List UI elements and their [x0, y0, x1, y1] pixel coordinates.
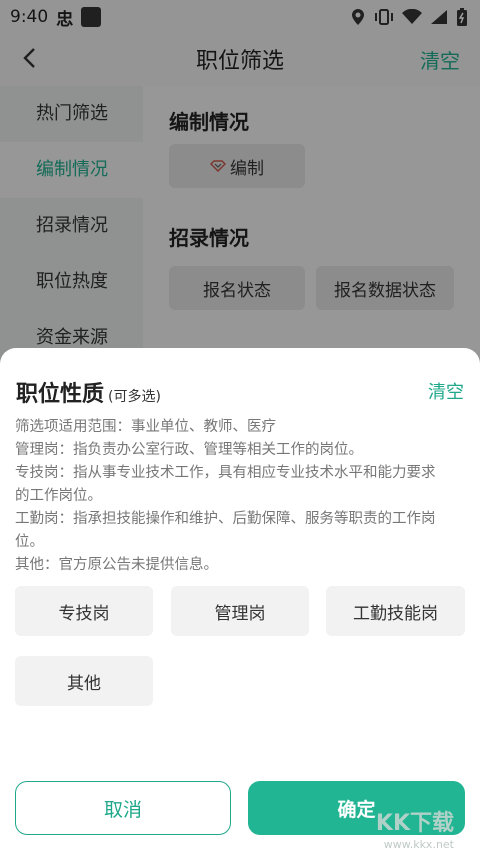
sheet-subtitle: (可多选) — [108, 389, 161, 405]
option-other[interactable]: 其他 — [15, 656, 153, 706]
desc-line: 管理岗：指负责办公室行政、管理等相关工作的岗位。 — [15, 442, 363, 458]
desc-line: 其他：官方原公告未提供信息。 — [15, 557, 218, 573]
desc-line: 的工作岗位。 — [15, 488, 102, 504]
cancel-button[interactable]: 取消 — [15, 781, 231, 835]
watermark-url: www.kkx.net — [383, 838, 454, 851]
watermark-text: KK下载 — [375, 811, 454, 836]
desc-line: 筛选项适用范围：事业单位、教师、医疗 — [15, 419, 276, 435]
sheet-clear-button[interactable]: 清空 — [428, 378, 464, 404]
option-guanli[interactable]: 管理岗 — [171, 586, 309, 636]
sheet-description: 筛选项适用范围：事业单位、教师、医疗 管理岗：指负责办公室行政、管理等相关工作的… — [15, 416, 465, 577]
desc-line: 位。 — [15, 534, 44, 550]
sheet-title: 职位性质 (可多选) — [16, 376, 161, 408]
desc-line: 专技岗：指从事专业技术工作，具有相应专业技术水平和能力要求 — [15, 465, 436, 481]
sheet-title-text: 职位性质 — [16, 382, 105, 407]
position-type-sheet: 职位性质 (可多选) 清空 筛选项适用范围：事业单位、教师、医疗 管理岗：指负责办… — [0, 348, 480, 853]
option-zhuanji[interactable]: 专技岗 — [15, 586, 153, 636]
option-gongqin[interactable]: 工勤技能岗 — [326, 586, 465, 636]
desc-line: 工勤岗：指承担技能操作和维护、后勤保障、服务等职责的工作岗 — [15, 511, 436, 527]
